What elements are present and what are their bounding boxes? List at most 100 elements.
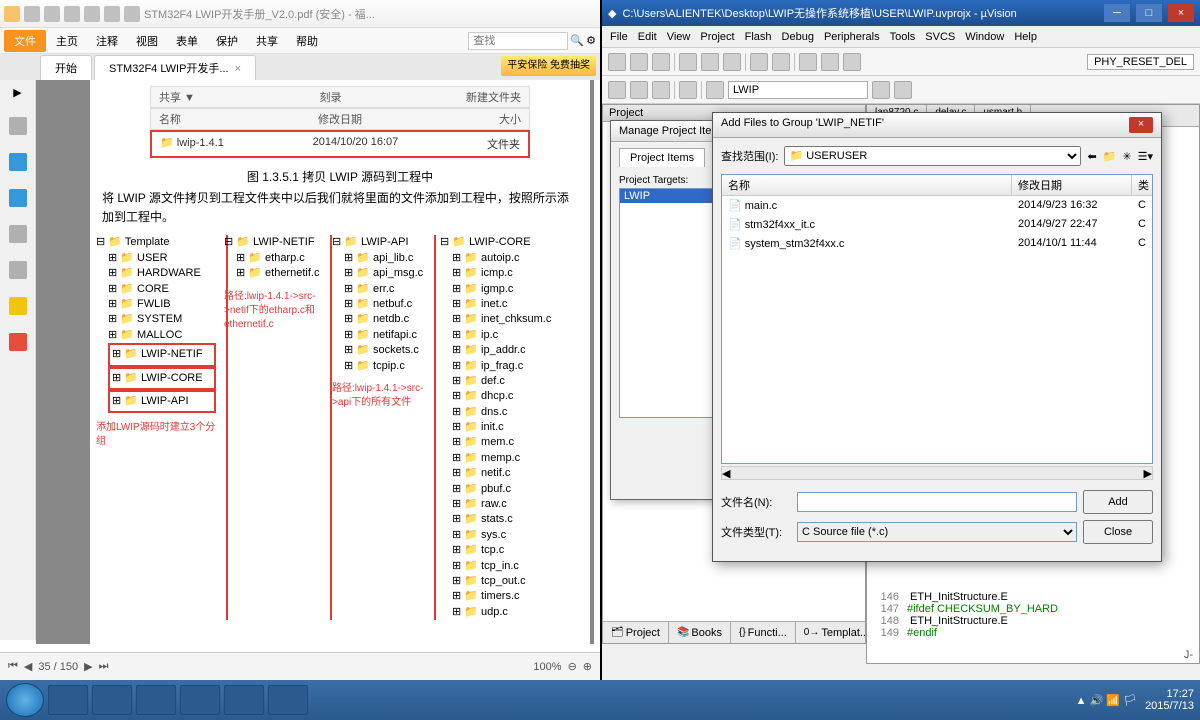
close-tab-icon[interactable]: × [235,63,241,75]
first-page-icon[interactable]: ⏮ [8,660,18,673]
menu-help[interactable]: 帮助 [288,31,326,51]
up-icon[interactable]: 📁 [1103,150,1117,163]
menu-file[interactable]: File [610,31,628,43]
search-input[interactable] [468,32,568,50]
dialog-close-icon[interactable]: × [1129,117,1153,133]
cut-icon[interactable] [679,53,697,71]
taskbar-browser[interactable] [224,685,264,715]
menu-edit[interactable]: Edit [638,31,657,43]
books-icon[interactable] [894,81,912,99]
build-icon[interactable] [608,81,626,99]
print-icon[interactable] [64,6,80,22]
download-icon[interactable] [679,81,697,99]
paste-icon[interactable] [723,53,741,71]
prev-page-icon[interactable]: ◀ [24,660,32,673]
page-input[interactable]: 35 / 150 [38,661,78,673]
menu-svcs[interactable]: SVCS [925,31,955,43]
menu-tools[interactable]: Tools [890,31,916,43]
tab-functions[interactable]: {} Functi... [731,622,796,643]
taskbar-app-1[interactable] [136,685,176,715]
add-dialog-titlebar[interactable]: Add Files to Group 'LWIP_NETIF' × [713,113,1161,138]
menu-flash[interactable]: Flash [745,31,772,43]
menu-annotate[interactable]: 注释 [88,31,126,51]
copy-icon[interactable] [701,53,719,71]
tab-project-items[interactable]: Project Items [619,148,705,167]
file-row[interactable]: 📄 stm32f4xx_it.c2014/9/27 22:47C [722,215,1152,234]
menu-view[interactable]: View [667,31,691,43]
add-button[interactable]: Add [1083,490,1153,514]
open-icon[interactable] [24,6,40,22]
phy-button[interactable]: PHY_RESET_DEL [1087,54,1194,70]
tab-start[interactable]: 开始 [40,55,92,80]
maximize-button[interactable]: □ [1136,4,1162,22]
save-file-icon[interactable] [652,53,670,71]
zoom-level[interactable]: 100% [533,661,561,673]
col-date[interactable]: 修改日期 [1012,175,1132,195]
tray-icons[interactable]: ▲ 🔊 📶 🏳 [1076,694,1137,707]
comment-icon[interactable] [9,225,27,243]
layer-icon[interactable] [9,189,27,207]
menu-view[interactable]: 视图 [128,31,166,51]
lock-icon[interactable] [9,297,27,315]
attach-icon[interactable] [9,261,27,279]
view-icon[interactable]: ☰▾ [1138,150,1153,163]
system-tray[interactable]: ▲ 🔊 📶 🏳 17:27 2015/7/13 [1076,688,1194,712]
close-button[interactable]: × [1168,4,1194,22]
menu-protect[interactable]: 保护 [208,31,246,51]
open-file-icon[interactable] [630,53,648,71]
tab-project[interactable]: 🗂 Project [603,622,669,643]
taskbar-wps[interactable] [268,685,308,715]
email-icon[interactable] [84,6,100,22]
next-page-icon[interactable]: ▶ [84,660,92,673]
file-row[interactable]: 📄 system_stm32f4xx.c2014/10/1 11:44C [722,234,1152,253]
manage-project-icon[interactable] [872,81,890,99]
indent-icon[interactable] [821,53,839,71]
taskbar-pdf[interactable] [180,685,220,715]
menu-home[interactable]: 主页 [48,31,86,51]
menu-share[interactable]: 共享 [248,31,286,51]
tab-document[interactable]: STM32F4 LWIP开发手...× [94,55,256,80]
filename-input[interactable] [797,492,1077,512]
taskbar-explorer[interactable] [48,685,88,715]
taskbar-powerpoint[interactable] [92,685,132,715]
new-file-icon[interactable] [608,53,626,71]
menu-project[interactable]: Project [700,31,734,43]
bookmark-icon[interactable] [799,53,817,71]
menu-help[interactable]: Help [1014,31,1037,43]
translate-icon[interactable] [652,81,670,99]
ad-banner[interactable]: 平安保险 免费抽奖 [501,56,596,76]
search-icon[interactable]: 🔍 [570,34,584,47]
folder-select[interactable]: 📁 USERUSER [784,146,1081,166]
page-icon[interactable] [9,117,27,135]
undo-icon[interactable] [104,6,120,22]
file-list[interactable]: 名称 修改日期 类 📄 main.c2014/9/23 16:32C📄 stm3… [721,174,1153,464]
target-options-icon[interactable] [706,81,724,99]
search-options-icon[interactable]: ⚙ [586,34,596,47]
menu-debug[interactable]: Debug [782,31,814,43]
outdent-icon[interactable] [843,53,861,71]
menu-peripherals[interactable]: Peripherals [824,31,880,43]
undo-icon[interactable] [750,53,768,71]
pdf-viewport[interactable]: 共享 ▼刻录新建文件夹 名称修改日期大小 📁 lwip-1.4.12014/10… [36,80,594,644]
close-button[interactable]: Close [1083,520,1153,544]
expand-icon[interactable]: ▶ [13,86,21,99]
sign-icon[interactable] [9,333,27,351]
zoom-out-icon[interactable]: ⊖ [568,660,577,673]
col-name[interactable]: 名称 [722,175,1012,195]
bookmark-icon[interactable] [9,153,27,171]
rebuild-icon[interactable] [630,81,648,99]
col-type[interactable]: 类 [1132,175,1152,195]
menu-window[interactable]: Window [965,31,1004,43]
filetype-select[interactable]: C Source file (*.c) [797,522,1077,542]
minimize-button[interactable]: ─ [1104,4,1130,22]
save-icon[interactable] [44,6,60,22]
zoom-in-icon[interactable]: ⊕ [583,660,592,673]
start-button[interactable] [6,683,44,717]
menu-form[interactable]: 表单 [168,31,206,51]
file-row[interactable]: 📄 main.c2014/9/23 16:32C [722,196,1152,215]
tab-books[interactable]: 📚 Books [669,622,731,643]
last-page-icon[interactable]: ⏭ [99,660,109,673]
hscrollbar[interactable]: ◀▶ [721,466,1153,480]
file-menu[interactable]: 文件 [4,30,46,52]
target-select[interactable] [728,81,868,99]
